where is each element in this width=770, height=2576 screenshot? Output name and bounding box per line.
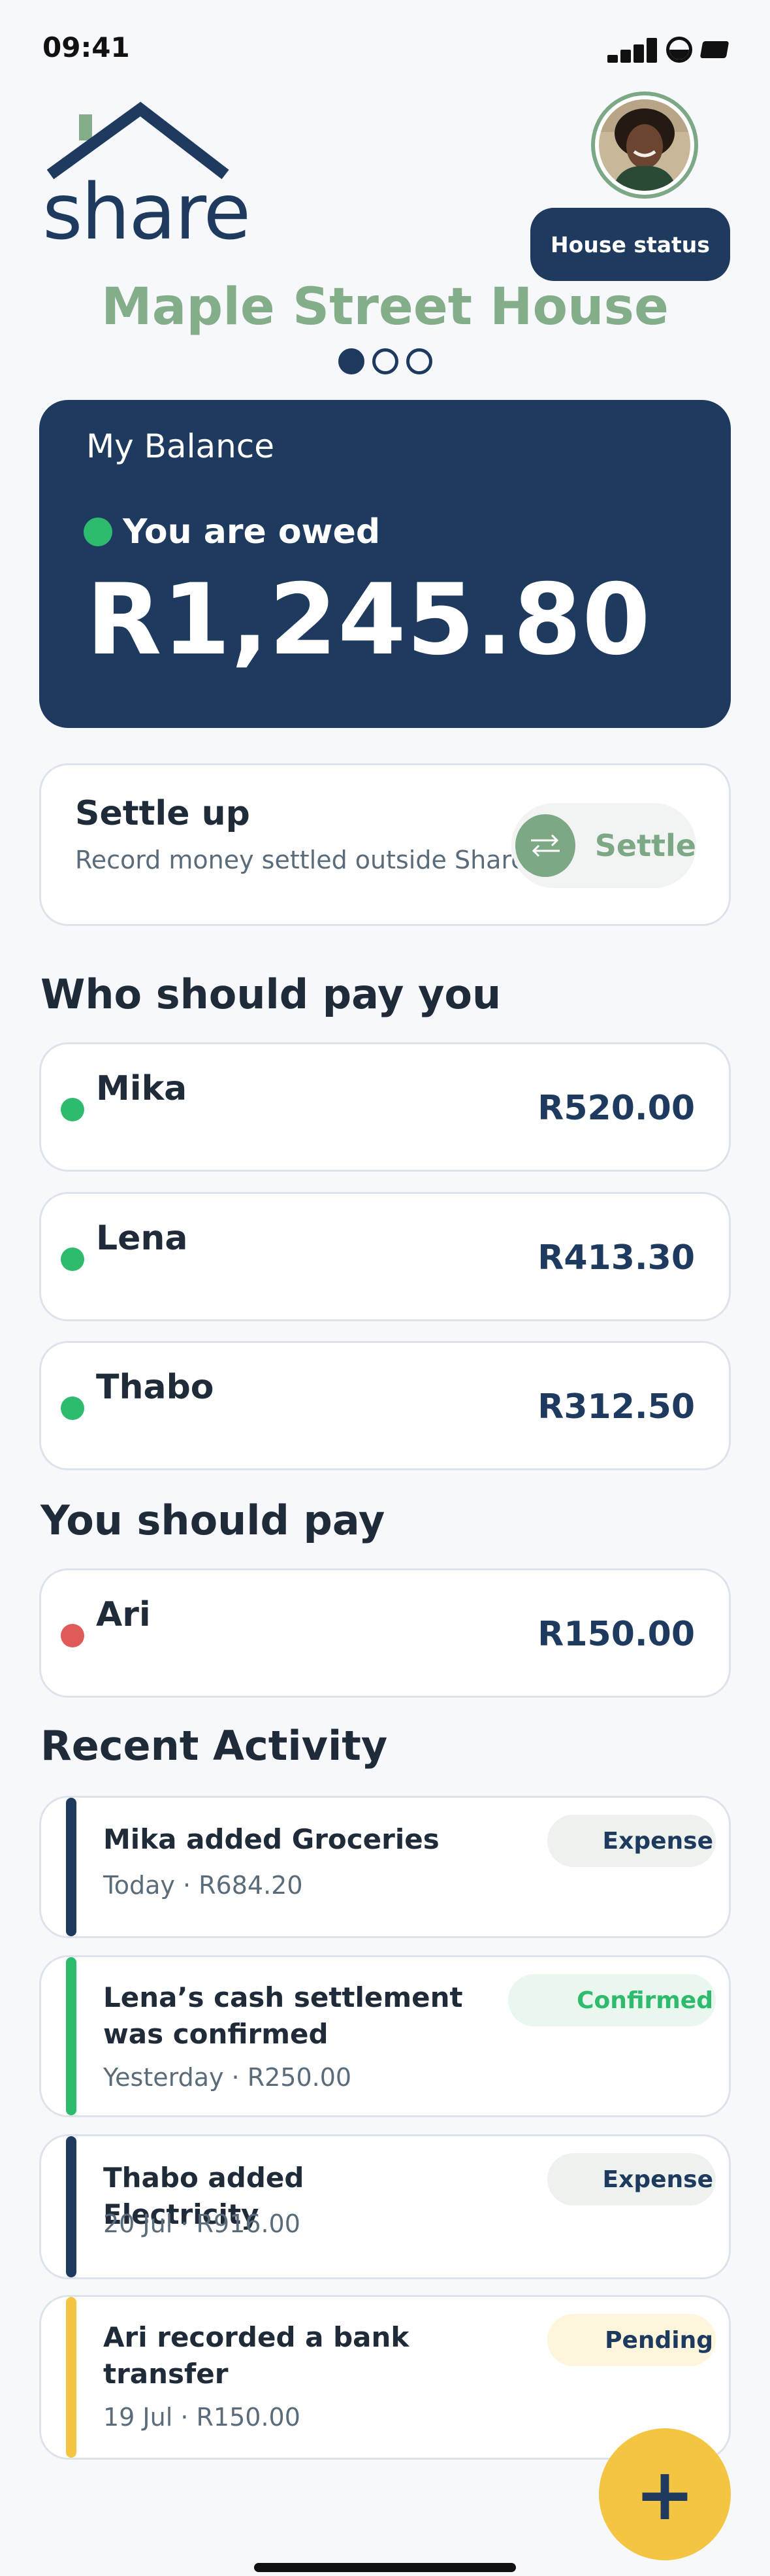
page-dot[interactable] bbox=[372, 348, 398, 374]
home-indicator[interactable] bbox=[254, 2563, 516, 2572]
balance-status-label: You are owed bbox=[123, 512, 381, 552]
wifi-icon bbox=[666, 37, 692, 63]
person-name: Thabo bbox=[96, 1368, 214, 1407]
activity-title: Lena’s cash settlement was confirmed bbox=[103, 1981, 463, 2050]
settle-subtitle: Record money settled outside Share. bbox=[75, 846, 534, 874]
list-item[interactable]: Mika R520.00 bbox=[39, 1042, 731, 1172]
positive-dot-icon bbox=[61, 1247, 84, 1271]
page-dot[interactable] bbox=[406, 348, 432, 374]
settle-button-label: Settle bbox=[594, 828, 696, 863]
person-name: Ari bbox=[96, 1595, 151, 1634]
balance-amount: R1,245.80 bbox=[86, 563, 651, 677]
settle-title: Settle up bbox=[75, 794, 250, 833]
activity-item[interactable]: Ari recorded a bank transfer 19 Jul · R1… bbox=[39, 2295, 731, 2460]
you-pay-title: You should pay bbox=[40, 1496, 385, 1544]
person-amount: R312.50 bbox=[537, 1387, 695, 1427]
page-dot-active[interactable] bbox=[338, 348, 364, 374]
balance-title: My Balance bbox=[86, 427, 275, 465]
status-badge: Expense bbox=[547, 2153, 716, 2205]
person-name: Mika bbox=[96, 1069, 187, 1108]
person-amount: R413.30 bbox=[537, 1238, 695, 1278]
person-amount: R520.00 bbox=[537, 1089, 695, 1128]
balance-status: You are owed bbox=[84, 512, 380, 552]
negative-dot-icon bbox=[61, 1624, 84, 1647]
plus-icon: + bbox=[634, 2452, 696, 2536]
activity-subtitle: 19 Jul · R150.00 bbox=[103, 2403, 300, 2432]
status-icons bbox=[607, 37, 730, 63]
person-amount: R150.00 bbox=[537, 1615, 695, 1654]
positive-dot-icon bbox=[61, 1098, 84, 1121]
settle-button[interactable]: Settle bbox=[511, 803, 696, 888]
positive-dot-icon bbox=[61, 1396, 84, 1420]
status-badge: Pending bbox=[547, 2314, 716, 2366]
avatar[interactable] bbox=[591, 91, 698, 199]
activity-title: Mika added Groceries bbox=[103, 1823, 440, 1855]
app-logo: share bbox=[42, 101, 251, 257]
swap-arrows-icon bbox=[515, 814, 575, 877]
signal-icon bbox=[607, 37, 657, 63]
activity-title: Ari recorded a bank transfer bbox=[103, 2321, 409, 2390]
activity-item[interactable]: Mika added Groceries Today · R684.20 Exp… bbox=[39, 1796, 731, 1938]
activity-item[interactable]: Thabo added Electricity 20 Jul · R916.00… bbox=[39, 2134, 731, 2279]
battery-icon bbox=[699, 41, 730, 58]
add-expense-button[interactable]: + bbox=[599, 2428, 731, 2560]
house-status-button[interactable]: House status bbox=[530, 208, 730, 281]
list-item[interactable]: Ari R150.00 bbox=[39, 1568, 731, 1698]
logo-text: share bbox=[42, 167, 251, 257]
person-name: Lena bbox=[96, 1219, 188, 1258]
balance-card: My Balance You are owed R1,245.80 bbox=[39, 400, 731, 728]
recent-activity-title: Recent Activity bbox=[40, 1722, 388, 1770]
activity-subtitle: Today · R684.20 bbox=[103, 1871, 303, 1900]
activity-accent-bar bbox=[66, 1957, 76, 2115]
profile-photo bbox=[599, 99, 690, 191]
activity-accent-bar bbox=[66, 1798, 76, 1936]
who-pays-you-title: Who should pay you bbox=[40, 970, 502, 1018]
house-page-indicator[interactable] bbox=[0, 348, 770, 374]
list-item[interactable]: Lena R413.30 bbox=[39, 1192, 731, 1321]
activity-item[interactable]: Lena’s cash settlement was confirmed Yes… bbox=[39, 1955, 731, 2117]
status-dot-icon bbox=[84, 518, 112, 546]
activity-accent-bar bbox=[66, 2297, 76, 2458]
activity-subtitle: 20 Jul · R916.00 bbox=[103, 2209, 300, 2238]
settle-up-card: Settle up Record money settled outside S… bbox=[39, 763, 731, 926]
status-badge: Expense bbox=[547, 1815, 716, 1867]
activity-accent-bar bbox=[66, 2136, 76, 2277]
status-badge: Confirmed bbox=[508, 1974, 716, 2026]
activity-subtitle: Yesterday · R250.00 bbox=[103, 2063, 352, 2092]
house-name: Maple Street House bbox=[101, 278, 669, 337]
list-item[interactable]: Thabo R312.50 bbox=[39, 1341, 731, 1470]
status-time: 09:41 bbox=[42, 31, 130, 63]
